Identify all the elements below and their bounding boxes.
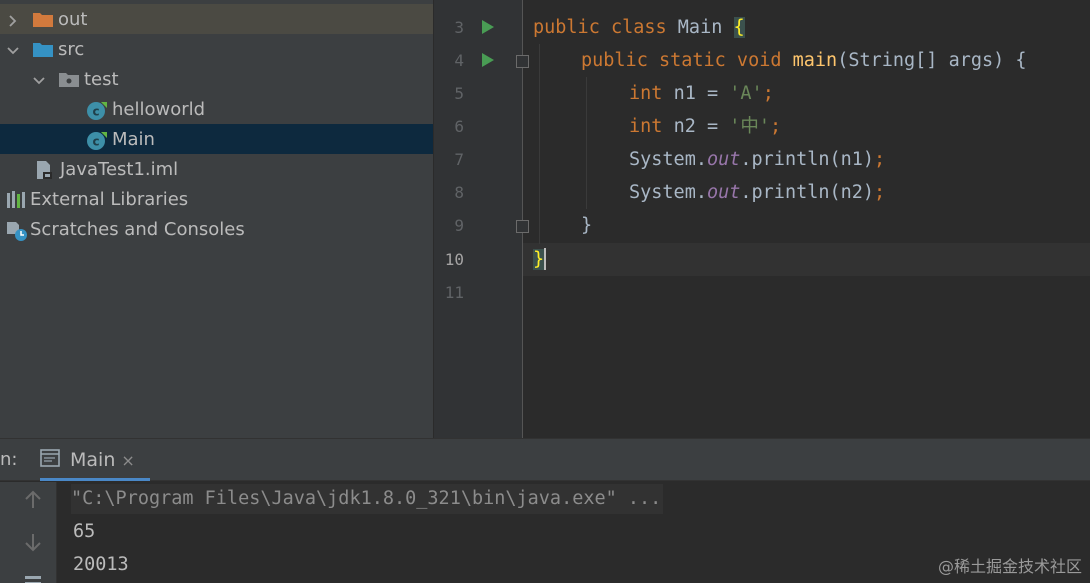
console-output-line: 20013 xyxy=(73,554,129,575)
line-number: 8 xyxy=(454,183,464,202)
tree-item-test[interactable]: test xyxy=(0,64,433,94)
code-line-4: public static void main(String[] args) { xyxy=(581,44,1027,77)
matched-brace: { xyxy=(733,17,745,38)
code-params: (String[] args) { xyxy=(837,50,1027,71)
tree-item-label: External Libraries xyxy=(30,188,189,210)
code-variable: n2 = xyxy=(673,116,730,137)
package-icon xyxy=(58,70,79,88)
soft-wrap-icon[interactable] xyxy=(24,570,42,583)
code-semicolon: ; xyxy=(874,149,886,170)
code-semicolon: ; xyxy=(874,182,886,203)
svg-text:c: c xyxy=(92,105,99,119)
java-class-icon: c xyxy=(86,100,107,120)
active-tab-indicator xyxy=(40,478,150,481)
run-tool-window: n: Main × "C:\Program Files\Java\jdk1.8.… xyxy=(0,438,1090,583)
scroll-up-icon[interactable] xyxy=(24,490,42,515)
run-tab-bar: n: Main × xyxy=(0,439,1090,481)
code-method-name: main xyxy=(792,50,838,71)
text-caret xyxy=(544,248,546,270)
folder-orange-icon xyxy=(32,10,53,28)
code-keyword: public class xyxy=(533,17,678,38)
watermark: @稀土掘金技术社区 xyxy=(937,557,1082,576)
code-semicolon: ; xyxy=(770,116,782,137)
run-main-icon[interactable] xyxy=(482,53,494,67)
run-tab-label: Main xyxy=(70,449,116,471)
code-keyword: public static void xyxy=(581,50,793,71)
close-icon[interactable]: × xyxy=(121,451,134,470)
svg-text:c: c xyxy=(92,135,99,149)
project-tool-window: out src test c helloworld c Main JavaTes… xyxy=(0,0,433,438)
code-static-field: out xyxy=(706,182,741,203)
tree-item-out[interactable]: out xyxy=(0,4,433,34)
code-line-6: int n2 = '中'; xyxy=(629,110,781,143)
tree-item-scratches[interactable]: Scratches and Consoles xyxy=(0,214,433,244)
console-command-line: "C:\Program Files\Java\jdk1.8.0_321\bin\… xyxy=(71,484,664,514)
code-semicolon: ; xyxy=(762,83,774,104)
code-char-literal: 'A' xyxy=(729,83,763,104)
code-variable: n1 = xyxy=(673,83,730,104)
indent-guide xyxy=(539,44,540,244)
tree-item-iml[interactable]: JavaTest1.iml xyxy=(0,154,433,184)
indent-guide xyxy=(586,77,587,209)
chevron-right-icon[interactable] xyxy=(6,12,20,27)
code-line-5: int n1 = 'A'; xyxy=(629,77,774,110)
code-class-name: Main xyxy=(677,17,734,38)
line-number: 7 xyxy=(454,150,464,169)
code-line-7: System.out.println(n1); xyxy=(629,143,885,176)
iml-file-icon xyxy=(34,160,54,179)
tree-item-label: Scratches and Consoles xyxy=(30,218,245,240)
line-number: 11 xyxy=(444,283,464,302)
code-line-3: public class Main { xyxy=(533,11,745,44)
code-line-10: } xyxy=(533,243,545,276)
chevron-down-icon[interactable] xyxy=(32,72,46,86)
code-object: System. xyxy=(629,149,707,170)
console-output[interactable]: "C:\Program Files\Java\jdk1.8.0_321\bin\… xyxy=(57,482,1090,583)
code-keyword: int xyxy=(629,116,674,137)
console-window-icon xyxy=(40,449,60,471)
code-static-field: out xyxy=(706,149,741,170)
java-class-icon: c xyxy=(86,130,107,150)
scratches-icon xyxy=(6,220,27,241)
fold-marker-icon[interactable] xyxy=(516,55,529,68)
tree-item-label: src xyxy=(58,38,85,60)
code-char-literal: '中' xyxy=(729,116,771,137)
code-line-8: System.out.println(n2); xyxy=(629,176,885,209)
code-keyword: int xyxy=(629,83,674,104)
run-panel-title: n: xyxy=(0,449,18,470)
tree-item-label: Main xyxy=(112,128,155,150)
tree-item-label: out xyxy=(58,8,88,30)
chevron-down-icon[interactable] xyxy=(6,42,20,56)
code-closing-brace: } xyxy=(581,215,593,236)
tree-item-main[interactable]: c Main xyxy=(0,124,433,154)
tree-item-label: helloworld xyxy=(112,98,206,120)
run-toolbar xyxy=(0,482,56,583)
code-call: .println(n2) xyxy=(740,182,875,203)
fold-marker-icon[interactable] xyxy=(516,220,529,233)
tree-item-label: JavaTest1.iml xyxy=(60,158,179,180)
libraries-icon xyxy=(6,190,26,208)
code-call: .println(n1) xyxy=(740,149,875,170)
tree-item-helloworld[interactable]: c helloworld xyxy=(0,94,433,124)
line-number: 5 xyxy=(454,84,464,103)
run-class-icon[interactable] xyxy=(482,20,494,34)
folder-blue-icon xyxy=(32,40,53,58)
run-tab-main[interactable]: Main × xyxy=(40,439,150,481)
tree-item-src[interactable]: src xyxy=(0,34,433,64)
tree-item-label: test xyxy=(84,68,119,90)
matched-brace: } xyxy=(533,249,545,270)
line-number: 3 xyxy=(454,18,464,37)
code-line-9: } xyxy=(581,209,592,242)
scroll-down-icon[interactable] xyxy=(24,532,42,557)
line-number: 6 xyxy=(454,117,464,136)
tree-item-external-libraries[interactable]: External Libraries xyxy=(0,184,433,214)
line-number: 4 xyxy=(454,51,464,70)
line-number-active: 10 xyxy=(444,250,464,269)
code-object: System. xyxy=(629,182,707,203)
code-editor[interactable]: 3 4 5 6 7 8 9 10 11 public class Main { … xyxy=(434,0,1090,438)
current-line-highlight xyxy=(523,243,1090,276)
console-output-line: 65 xyxy=(73,521,96,542)
line-number: 9 xyxy=(454,216,464,235)
